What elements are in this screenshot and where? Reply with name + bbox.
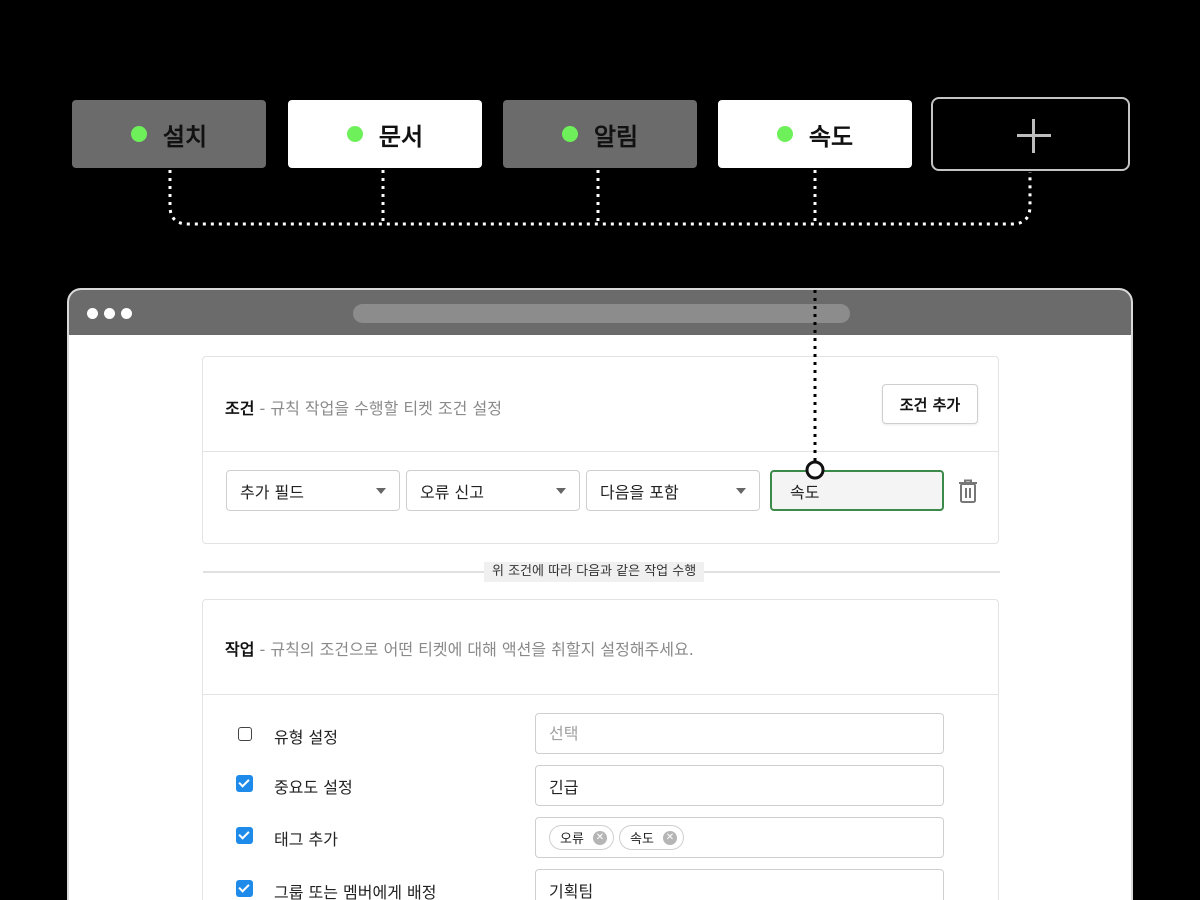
add-tag-button[interactable]	[931, 97, 1130, 171]
operator-select-value: 다음을 포함	[600, 482, 679, 502]
conditions-panel	[202, 356, 999, 544]
add-condition-button[interactable]: 조건 추가	[882, 384, 978, 424]
actions-description: - 규칙의 조건으로 어떤 티켓에 대해 액션을 취할지 설정해주세요.	[259, 640, 694, 659]
type-select-field[interactable]	[535, 713, 944, 754]
actions-heading: 작업 - 규칙의 조건으로 어떤 티켓에 대해 액션을 취할지 설정해주세요.	[225, 636, 694, 660]
add-tag-label: 태그 추가	[274, 830, 338, 849]
value-select[interactable]: 오류 신고	[406, 470, 580, 511]
add-tag-checkbox[interactable]	[236, 827, 253, 844]
browser-title-bar	[69, 290, 1131, 335]
tag-label: 문서	[378, 122, 424, 151]
panel-divider	[203, 694, 998, 695]
tag-chip: 속도 ✕	[619, 825, 684, 850]
close-icon[interactable]: ✕	[663, 831, 677, 845]
trash-icon[interactable]	[956, 478, 980, 504]
field-select-value: 추가 필드	[240, 482, 304, 502]
assign-label: 그룹 또는 멤버에게 배정	[274, 883, 437, 900]
tag-speed[interactable]: 속도	[718, 100, 912, 168]
address-bar[interactable]	[353, 304, 850, 323]
type-setting-checkbox[interactable]	[238, 727, 252, 741]
actions-title: 작업	[225, 640, 255, 659]
assignee-field[interactable]	[535, 869, 944, 900]
operator-select[interactable]: 다음을 포함	[586, 470, 760, 511]
window-dot-icon	[121, 308, 132, 319]
tag-chip-label: 속도	[630, 832, 654, 847]
panel-divider	[203, 451, 998, 452]
status-dot-icon	[346, 126, 363, 142]
window-dot-icon	[104, 308, 115, 319]
window-dot-icon	[87, 308, 98, 319]
tag-notification[interactable]: 알림	[503, 100, 697, 168]
chevron-down-icon	[736, 488, 746, 494]
chevron-down-icon	[376, 488, 386, 494]
field-select[interactable]: 추가 필드	[226, 470, 400, 511]
status-dot-icon	[561, 126, 578, 142]
tag-label: 속도	[808, 122, 854, 151]
status-dot-icon	[776, 126, 793, 142]
tag-label: 설치	[162, 122, 208, 151]
value-select-value: 오류 신고	[420, 482, 484, 502]
priority-field[interactable]	[535, 765, 944, 806]
assign-checkbox[interactable]	[236, 880, 253, 897]
condition-value-input[interactable]	[770, 470, 944, 511]
conditions-heading: 조건 - 규칙 작업을 수행할 티켓 조건 설정	[225, 395, 502, 419]
tag-label: 알림	[593, 122, 639, 151]
tag-chip-label: 오류	[560, 832, 584, 847]
type-setting-label: 유형 설정	[274, 728, 338, 747]
conditions-description: - 규칙 작업을 수행할 티켓 조건 설정	[259, 399, 502, 418]
conditions-title: 조건	[225, 399, 255, 418]
tag-docs[interactable]: 문서	[288, 100, 482, 168]
priority-setting-checkbox[interactable]	[236, 775, 253, 792]
chevron-down-icon	[556, 488, 566, 494]
tag-install[interactable]: 설치	[72, 100, 266, 168]
status-dot-icon	[130, 126, 147, 142]
priority-setting-label: 중요도 설정	[274, 778, 353, 797]
divider-label: 위 조건에 따라 다음과 같은 작업 수행	[484, 562, 705, 582]
close-icon[interactable]: ✕	[593, 831, 607, 845]
tag-chip: 오류 ✕	[549, 825, 614, 850]
